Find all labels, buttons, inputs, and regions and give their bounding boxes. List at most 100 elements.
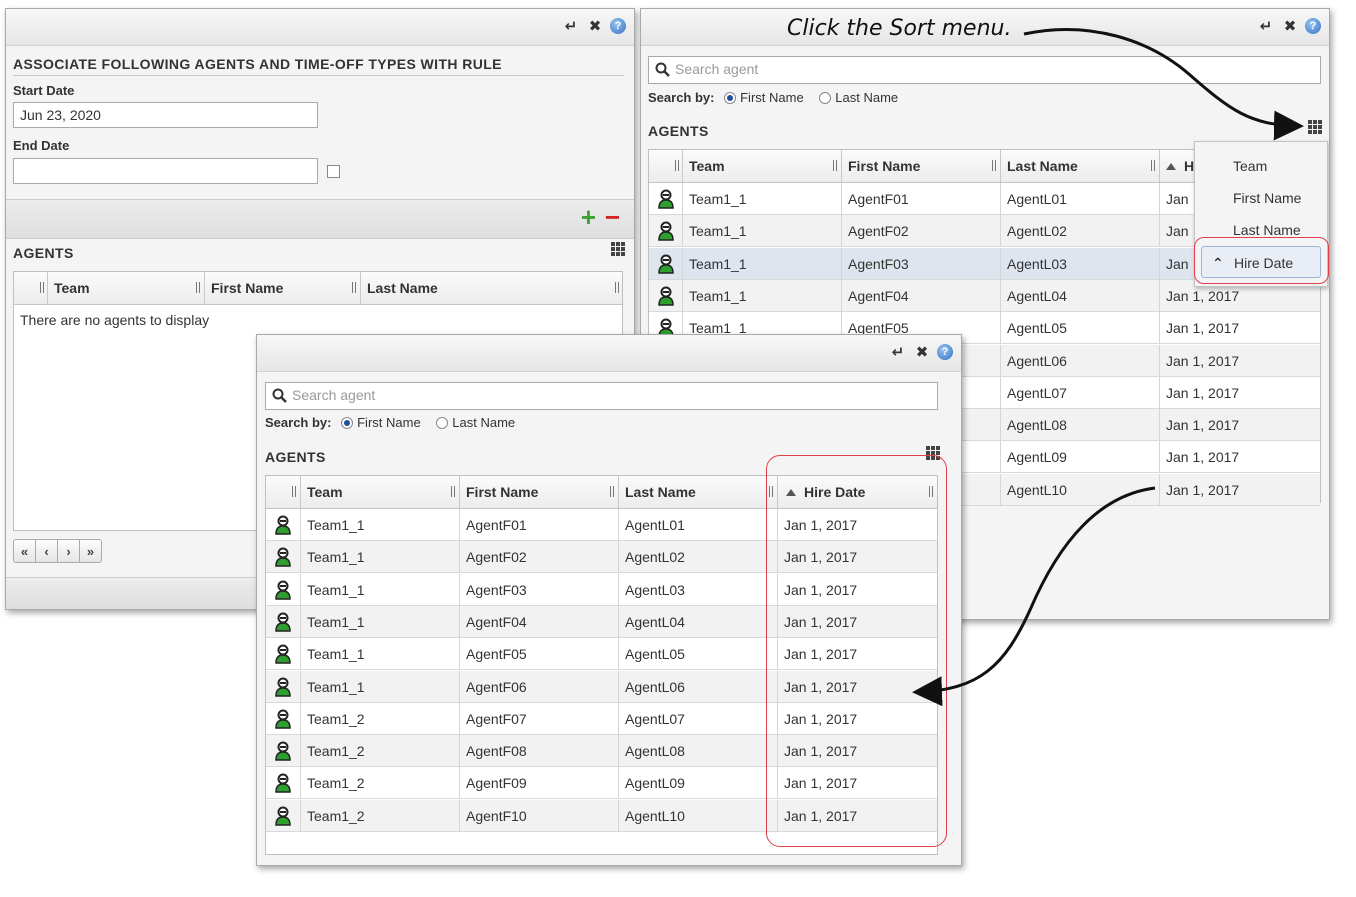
cell-first: AgentF07 [460,702,619,735]
help-icon[interactable]: ? [937,344,953,360]
cell-team: Team1_1 [683,247,842,280]
cell-team: Team1_1 [301,605,460,638]
add-icon[interactable]: + [581,202,596,232]
column-team[interactable]: Team [48,272,205,304]
radio-first-name[interactable]: First Name [724,90,804,105]
cell-hire: Jan 1, 2017 [1166,481,1240,498]
prev-page-button[interactable]: ‹ [36,540,58,562]
cell-last: AgentL07 [1001,376,1160,409]
column-first-name[interactable]: First Name [205,272,361,304]
right-search-by: Search by: First Name Last Name [648,90,898,105]
cell-team: Team1_2 [301,735,460,768]
cell-first: AgentF09 [460,767,619,800]
row-icon-cell [649,279,683,312]
cell-last: AgentL04 [1001,279,1160,312]
enter-icon[interactable]: ↵ [889,343,907,361]
radio-last-name[interactable]: Last Name [819,90,898,105]
start-date-input[interactable]: Jun 23, 2020 [13,102,318,128]
start-date-label: Start Date [13,83,75,98]
column-last-name[interactable]: Last Name [361,272,623,304]
radio-label: Last Name [452,415,516,430]
cell-team: Team1_1 [683,183,842,215]
enter-icon[interactable]: ↵ [1257,17,1275,35]
callout-hire-date-menu [1194,237,1329,284]
row-icon-cell [266,767,301,800]
cell-first: AgentF05 [460,638,619,671]
column-last-name[interactable]: Last Name [1001,150,1160,182]
right-agents-title: AGENTS [648,123,709,139]
end-date-checkbox[interactable] [327,165,340,178]
row-icon-cell [266,670,301,703]
cell-hire: Jan 1, 2017 [1166,417,1240,434]
front-titlebar: ↵ ✖ ? [257,335,961,372]
sort-menu-grid-icon[interactable] [1308,120,1322,134]
grid-icon[interactable] [611,242,625,256]
rule-section-title: ASSOCIATE FOLLOWING AGENTS AND TIME-OFF … [13,56,502,72]
agent-icon [275,806,291,826]
close-icon[interactable]: ✖ [586,17,604,35]
search-by-label: Search by: [265,415,332,430]
cell-last: AgentL08 [619,735,778,768]
column-first-name[interactable]: First Name [460,476,619,508]
remove-icon[interactable]: − [605,202,620,232]
cell-last: AgentL02 [1001,215,1160,248]
radio-first-name[interactable]: First Name [341,415,421,430]
help-icon[interactable]: ? [610,18,626,34]
column-team[interactable]: Team [683,150,842,182]
cell-last: AgentL09 [1001,441,1160,474]
cell-first: AgentF10 [460,799,619,832]
cell-last: AgentL07 [619,702,778,735]
next-page-button[interactable]: › [58,540,80,562]
cell-last: AgentL05 [1001,312,1160,345]
column-first-name[interactable]: First Name [842,150,1001,182]
front-search-input[interactable]: Search agent [265,382,938,410]
sort-menu-team[interactable]: Team [1195,150,1327,182]
column-label: Last Name [625,484,696,500]
close-icon[interactable]: ✖ [1281,17,1299,35]
row-icon-cell [266,702,301,735]
row-icon-cell [266,573,301,606]
search-icon [272,388,287,403]
cell-first: AgentF03 [842,247,1001,280]
radio-last-name[interactable]: Last Name [436,415,515,430]
cell-first: AgentF01 [842,183,1001,215]
radio-label: First Name [740,90,804,105]
agent-icon [275,515,291,535]
right-search-input[interactable]: Search agent [648,56,1321,84]
radio-label: Last Name [835,90,899,105]
search-placeholder: Search agent [675,61,759,77]
agent-icon [275,677,291,697]
row-icon-cell [649,247,683,280]
column-team[interactable]: Team [301,476,460,508]
cell-team: Team1_1 [301,509,460,541]
cell-team: Team1_1 [301,573,460,606]
pager: « ‹ › » [13,539,102,563]
cell-last: AgentL02 [619,541,778,574]
cell-last: AgentL10 [1001,473,1160,506]
column-label: Team [54,280,90,296]
column-last-name[interactable]: Last Name [619,476,778,508]
last-page-button[interactable]: » [80,540,101,562]
search-icon [655,62,670,77]
left-titlebar: ↵ ✖ ? [6,9,634,46]
column-icon [14,272,48,304]
front-agents-title: AGENTS [265,449,326,465]
column-label: First Name [466,484,539,500]
close-icon[interactable]: ✖ [913,343,931,361]
cell-first: AgentF01 [460,509,619,541]
cell-first: AgentF06 [460,670,619,703]
end-date-input[interactable] [13,158,318,184]
radio-label: First Name [357,415,421,430]
agent-icon [275,612,291,632]
row-icon-cell [266,799,301,832]
cell-last: AgentL03 [619,573,778,606]
enter-icon[interactable]: ↵ [562,17,580,35]
help-icon[interactable]: ? [1305,18,1321,34]
cell-team: Team1_1 [301,638,460,671]
first-page-button[interactable]: « [14,540,36,562]
annotation-text: Click the Sort menu. [787,16,1012,41]
column-label: Last Name [1007,158,1078,174]
sort-menu-first-name[interactable]: First Name [1195,182,1327,214]
sort-ascending-icon [1166,163,1176,170]
column-label: Last Name [367,280,438,296]
